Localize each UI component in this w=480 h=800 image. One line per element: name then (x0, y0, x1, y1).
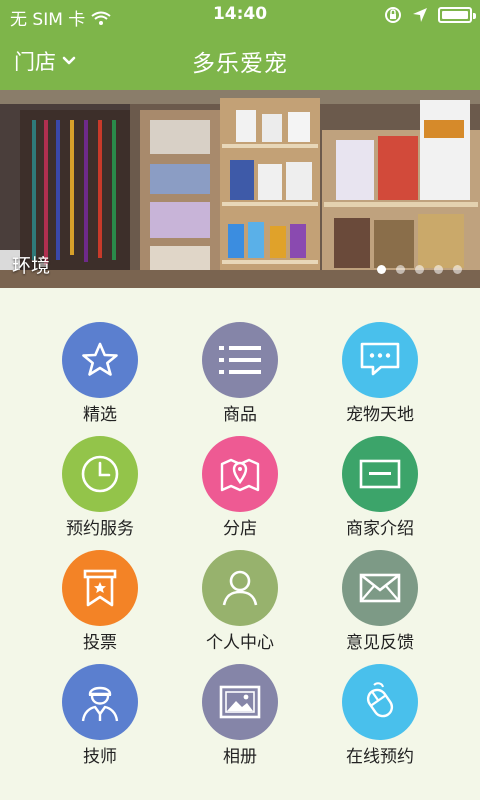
nav-bar: 门店 多乐爱宠 (0, 30, 480, 90)
menu-item-products[interactable]: 商品 (160, 288, 320, 425)
menu-item-album[interactable]: 相册 (160, 630, 320, 767)
menu-item-vote[interactable]: 投票 (20, 516, 180, 653)
menu-item-pet-world[interactable]: 宠物天地 (300, 288, 460, 425)
menu-item-appointment-service[interactable]: 预约服务 (20, 402, 180, 539)
chevron-down-icon (62, 56, 76, 65)
menu-item-online-booking[interactable]: 在线预约 (300, 630, 460, 767)
top-bar: 无 SIM 卡 14:40 门店 多乐爱宠 (0, 0, 480, 90)
location-arrow-icon (413, 8, 427, 22)
carousel-dot[interactable] (453, 265, 462, 274)
carousel-dots (377, 265, 462, 274)
vote-badge-icon (62, 550, 138, 626)
status-right (384, 6, 476, 24)
banner-carousel[interactable]: 环境 (0, 90, 480, 288)
clock-icon (62, 436, 138, 512)
menu-item-featured[interactable]: 精选 (20, 288, 180, 425)
store-dropdown-button[interactable]: 门店 (14, 46, 76, 76)
list-icon (202, 322, 278, 398)
menu-item-personal-center[interactable]: 个人中心 (160, 516, 320, 653)
card-icon (342, 436, 418, 512)
star-icon (62, 322, 138, 398)
rotation-lock-icon (385, 7, 401, 23)
banner-caption: 环境 (12, 255, 51, 277)
map-pin-icon (202, 436, 278, 512)
menu-item-feedback[interactable]: 意见反馈 (300, 516, 460, 653)
carousel-dot[interactable] (415, 265, 424, 274)
mail-icon (342, 550, 418, 626)
carousel-dot[interactable] (377, 265, 386, 274)
menu-item-label: 在线预约 (346, 747, 414, 767)
battery-icon (438, 7, 476, 23)
carousel-dot[interactable] (396, 265, 405, 274)
chat-icon (342, 322, 418, 398)
menu-item-merchant-intro[interactable]: 商家介绍 (300, 402, 460, 539)
store-photo (0, 90, 480, 288)
user-icon (202, 550, 278, 626)
menu-item-technician[interactable]: 技师 (20, 630, 180, 767)
technician-icon (62, 664, 138, 740)
picture-icon (202, 664, 278, 740)
status-bar: 无 SIM 卡 14:40 (0, 0, 480, 30)
menu-grid: 精选 商品 宠物天地 预约服务 分店 商家介绍 投票 个人中心 意见反馈 技师 … (0, 288, 480, 800)
menu-item-label: 相册 (223, 747, 257, 767)
menu-item-branches[interactable]: 分店 (160, 402, 320, 539)
carousel-dot[interactable] (434, 265, 443, 274)
mouse-icon (342, 664, 418, 740)
menu-item-label: 技师 (83, 747, 117, 767)
store-dropdown-label: 门店 (14, 50, 56, 74)
